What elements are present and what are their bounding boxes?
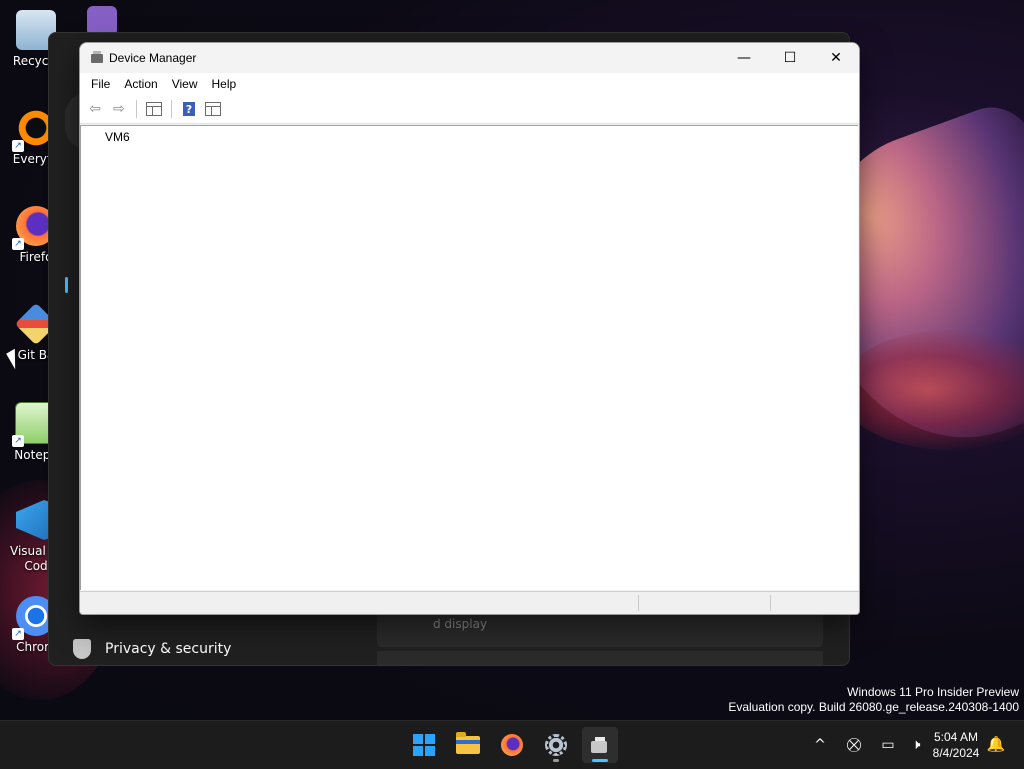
evaluation-watermark: Windows 11 Pro Insider Preview Evaluatio… (728, 685, 1019, 715)
action-pane-icon (205, 102, 221, 116)
help-button[interactable]: ? (178, 98, 200, 120)
running-indicator (553, 759, 559, 762)
shortcut-arrow-icon: ↗ (12, 435, 24, 447)
taskbar-firefox[interactable] (494, 727, 530, 763)
console-tree-icon (146, 102, 162, 116)
settings-nav-privacy-security[interactable]: Privacy & security (73, 631, 273, 667)
shortcut-arrow-icon: ↗ (12, 238, 24, 250)
window-title: Device Manager (109, 51, 197, 65)
active-indicator (592, 759, 608, 762)
device-manager-icon (589, 735, 611, 755)
menu-file[interactable]: File (84, 77, 117, 91)
start-button[interactable] (406, 727, 442, 763)
settings-gear-icon (545, 734, 567, 756)
device-manager-app-icon (89, 50, 105, 66)
settings-nav-selection-indicator (65, 277, 68, 293)
settings-content-text: d display (433, 617, 488, 631)
title-bar[interactable]: Device Manager — ☐ ✕ (80, 43, 859, 73)
windows-logo-icon (413, 734, 435, 756)
show-action-pane-button[interactable] (202, 98, 224, 120)
tree-root-computer[interactable]: VM6 (105, 130, 130, 144)
watermark-line-1: Windows 11 Pro Insider Preview (847, 685, 1019, 699)
clock-time: 5:04 AM (933, 730, 979, 744)
watermark-line-2: Evaluation copy. Build 26080.ge_release.… (728, 700, 1019, 714)
file-explorer-icon (456, 732, 480, 754)
maximize-button[interactable]: ☐ (767, 43, 813, 73)
notification-bell-icon[interactable]: 🔔 (982, 735, 1010, 753)
device-tree-pane[interactable]: VM6 (80, 125, 858, 590)
taskbar-device-manager[interactable] (582, 727, 618, 763)
back-button[interactable]: ⇦ (84, 98, 106, 120)
taskbar-clock[interactable]: 5:04 AM 8/4/2024 (926, 729, 986, 761)
taskbar-settings[interactable] (538, 727, 574, 763)
close-button[interactable]: ✕ (813, 43, 859, 73)
shortcut-arrow-icon: ↗ (12, 140, 24, 152)
shortcut-arrow-icon: ↗ (12, 628, 24, 640)
settings-content-card (377, 651, 823, 665)
toolbar-separator (171, 100, 172, 118)
status-bar (80, 591, 859, 614)
toolbar: ⇦ ⇨ ? (80, 95, 859, 124)
taskbar-file-explorer[interactable] (450, 727, 486, 763)
system-tray: ^ ⛒ ▭ 🕨 (806, 721, 930, 769)
status-separator (638, 595, 639, 611)
menu-view[interactable]: View (165, 77, 205, 91)
toolbar-separator (136, 100, 137, 118)
help-icon: ? (183, 102, 195, 116)
forward-button[interactable]: ⇨ (108, 98, 130, 120)
tray-overflow-chevron[interactable]: ^ (806, 737, 834, 753)
back-arrow-icon: ⇦ (89, 101, 101, 117)
show-hide-console-tree-button[interactable] (143, 98, 165, 120)
taskbar: ^ ⛒ ▭ 🕨 5:04 AM 8/4/2024 🔔 (0, 720, 1024, 769)
forward-arrow-icon: ⇨ (113, 101, 125, 117)
clock-date: 8/4/2024 (932, 746, 980, 760)
shield-icon (73, 639, 91, 659)
firefox-icon (501, 734, 523, 756)
network-disconnected-icon[interactable]: ⛒ (840, 737, 868, 753)
menu-bar: File Action View Help (80, 73, 859, 95)
menu-help[interactable]: Help (205, 77, 244, 91)
settings-nav-label: Privacy & security (105, 641, 232, 657)
status-separator (770, 595, 771, 611)
menu-action[interactable]: Action (117, 77, 164, 91)
minimize-button[interactable]: — (721, 43, 767, 73)
device-manager-window: Device Manager — ☐ ✕ File Action View He… (79, 42, 860, 615)
display-icon[interactable]: ▭ (874, 737, 902, 753)
